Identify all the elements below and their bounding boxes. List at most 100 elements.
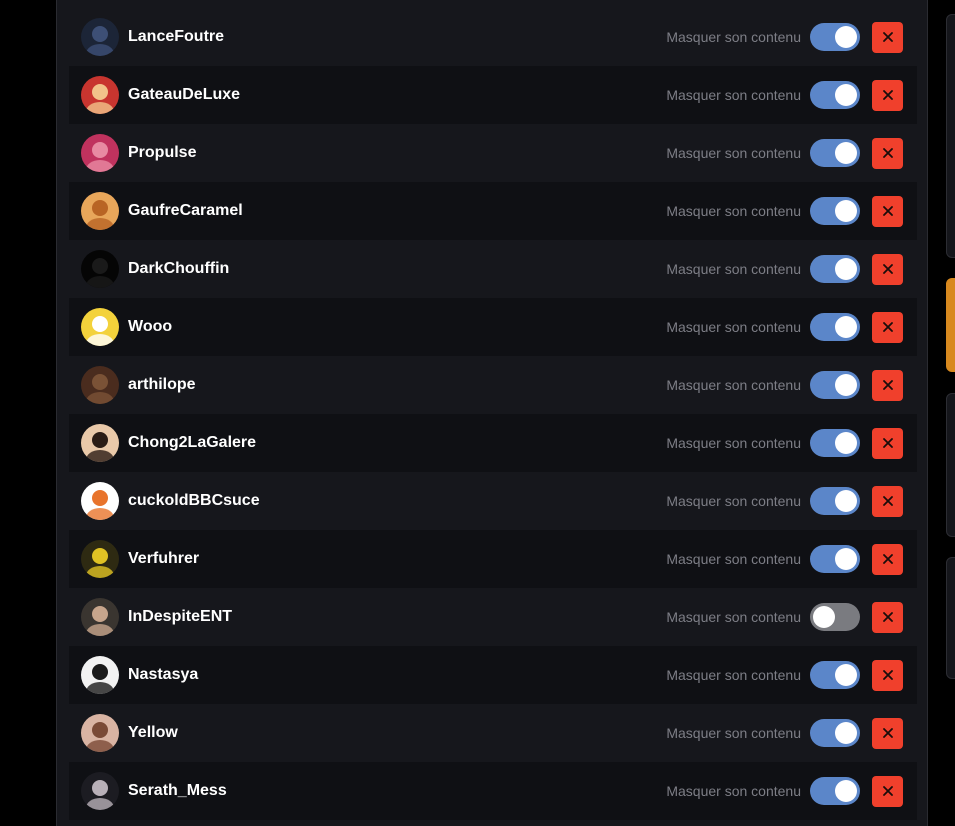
avatar[interactable] (81, 540, 119, 578)
user-row: Propulse Masquer son contenu (69, 124, 917, 182)
remove-user-button[interactable] (872, 21, 903, 53)
hide-content-label: Masquer son contenu (666, 145, 801, 161)
toggle-knob (835, 258, 857, 280)
hide-content-toggle[interactable] (810, 23, 860, 51)
close-icon (882, 380, 893, 390)
user-row: GateauDeLuxe Masquer son contenu (69, 66, 917, 124)
avatar[interactable] (81, 76, 119, 114)
username[interactable]: Serath_Mess (128, 782, 666, 800)
username[interactable]: Chong2LaGalere (128, 434, 666, 452)
avatar[interactable] (81, 656, 119, 694)
hide-content-label: Masquer son contenu (666, 609, 801, 625)
avatar[interactable] (81, 366, 119, 404)
close-icon (882, 786, 893, 796)
user-row: Nastasya Masquer son contenu (69, 646, 917, 704)
hide-content-label: Masquer son contenu (666, 551, 801, 567)
user-row: Chong2LaGalere Masquer son contenu (69, 414, 917, 472)
avatar[interactable] (81, 714, 119, 752)
hide-content-toggle[interactable] (810, 197, 860, 225)
toggle-knob (835, 548, 857, 570)
username[interactable]: cuckoldBBCsuce (128, 492, 666, 510)
close-icon (882, 438, 893, 448)
hide-content-toggle[interactable] (810, 313, 860, 341)
close-icon (882, 728, 893, 738)
avatar[interactable] (81, 18, 119, 56)
remove-user-button[interactable] (872, 137, 903, 169)
user-row: InDespiteENT Masquer son contenu (69, 588, 917, 646)
avatar[interactable] (81, 134, 119, 172)
hide-content-toggle[interactable] (810, 545, 860, 573)
remove-user-button[interactable] (872, 253, 903, 285)
close-icon (882, 32, 893, 42)
hide-content-label: Masquer son contenu (666, 435, 801, 451)
blocked-users-panel: LanceFoutre Masquer son contenu GateauDe… (56, 0, 928, 826)
toggle-knob (835, 432, 857, 454)
remove-user-button[interactable] (872, 427, 903, 459)
hide-content-toggle[interactable] (810, 81, 860, 109)
hide-content-label: Masquer son contenu (666, 725, 801, 741)
toggle-knob (835, 84, 857, 106)
side-card-3 (946, 557, 955, 679)
username[interactable]: Wooo (128, 318, 666, 336)
user-row: Verfuhrer Masquer son contenu (69, 530, 917, 588)
remove-user-button[interactable] (872, 195, 903, 227)
remove-user-button[interactable] (872, 543, 903, 575)
hide-content-label: Masquer son contenu (666, 87, 801, 103)
avatar[interactable] (81, 424, 119, 462)
avatar[interactable] (81, 192, 119, 230)
user-row: LanceFoutre Masquer son contenu (69, 8, 917, 66)
blocked-users-list: LanceFoutre Masquer son contenu GateauDe… (69, 8, 917, 820)
avatar[interactable] (81, 250, 119, 288)
username[interactable]: LanceFoutre (128, 28, 666, 46)
close-icon (882, 90, 893, 100)
avatar[interactable] (81, 308, 119, 346)
avatar[interactable] (81, 772, 119, 810)
user-row: arthilope Masquer son contenu (69, 356, 917, 414)
hide-content-toggle[interactable] (810, 487, 860, 515)
user-row: Wooo Masquer son contenu (69, 298, 917, 356)
username[interactable]: Propulse (128, 144, 666, 162)
remove-user-button[interactable] (872, 775, 903, 807)
hide-content-toggle[interactable] (810, 371, 860, 399)
avatar[interactable] (81, 598, 119, 636)
hide-content-toggle[interactable] (810, 719, 860, 747)
toggle-knob (835, 142, 857, 164)
remove-user-button[interactable] (872, 311, 903, 343)
hide-content-toggle[interactable] (810, 777, 860, 805)
remove-user-button[interactable] (872, 369, 903, 401)
remove-user-button[interactable] (872, 485, 903, 517)
username[interactable]: Verfuhrer (128, 550, 666, 568)
hide-content-label: Masquer son contenu (666, 203, 801, 219)
hide-content-toggle[interactable] (810, 603, 860, 631)
remove-user-button[interactable] (872, 601, 903, 633)
avatar[interactable] (81, 482, 119, 520)
username[interactable]: Yellow (128, 724, 666, 742)
hide-content-label: Masquer son contenu (666, 261, 801, 277)
username[interactable]: InDespiteENT (128, 608, 666, 626)
hide-content-toggle[interactable] (810, 661, 860, 689)
toggle-knob (835, 374, 857, 396)
user-row: cuckoldBBCsuce Masquer son contenu (69, 472, 917, 530)
remove-user-button[interactable] (872, 717, 903, 749)
remove-user-button[interactable] (872, 79, 903, 111)
username[interactable]: arthilope (128, 376, 666, 394)
side-card-2 (946, 393, 955, 537)
remove-user-button[interactable] (872, 659, 903, 691)
toggle-knob (835, 780, 857, 802)
hide-content-label: Masquer son contenu (666, 783, 801, 799)
toggle-knob (835, 200, 857, 222)
user-row: GaufreCaramel Masquer son contenu (69, 182, 917, 240)
username[interactable]: Nastasya (128, 666, 666, 684)
hide-content-toggle[interactable] (810, 429, 860, 457)
hide-content-toggle[interactable] (810, 139, 860, 167)
hide-content-toggle[interactable] (810, 255, 860, 283)
close-icon (882, 148, 893, 158)
close-icon (882, 264, 893, 274)
hide-content-label: Masquer son contenu (666, 377, 801, 393)
side-card-1 (946, 14, 955, 258)
username[interactable]: DarkChouffin (128, 260, 666, 278)
username[interactable]: GaufreCaramel (128, 202, 666, 220)
toggle-knob (835, 26, 857, 48)
username[interactable]: GateauDeLuxe (128, 86, 666, 104)
close-icon (882, 554, 893, 564)
